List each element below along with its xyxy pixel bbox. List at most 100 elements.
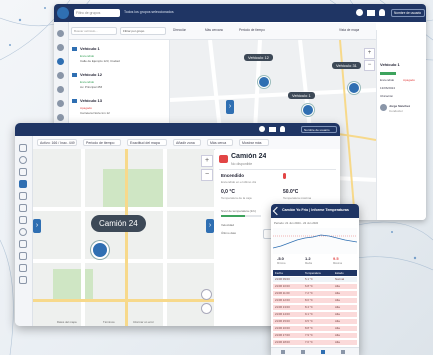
table-row[interactable]: 21/06 09:00 5.1 °C Normal <box>273 277 357 282</box>
detail-subtitle: No disponible <box>231 162 253 166</box>
nav-report-icon[interactable] <box>321 350 325 354</box>
table-cell: 21/06 09:00 <box>275 277 290 281</box>
expand-detail-button[interactable]: › <box>206 219 214 233</box>
vehicle-marker[interactable] <box>258 76 270 88</box>
table-row[interactable]: 21/06 18:00 7.0 °C Alta <box>273 340 357 345</box>
table-cell: 21/06 11:00 <box>275 291 290 295</box>
bell-icon[interactable] <box>280 126 285 132</box>
vehicle-status: Apagado <box>80 106 93 110</box>
truck-icon[interactable] <box>19 192 27 200</box>
map-icon[interactable] <box>19 180 27 188</box>
table-cell: Alta <box>335 291 340 295</box>
table-row[interactable]: 21/06 15:00 9.5 °C Alta <box>273 319 357 324</box>
map-accuracy-button[interactable]: Exactitud del mapa <box>127 139 167 146</box>
table-cell: 5.1 °C <box>305 277 313 281</box>
highway <box>33 299 214 302</box>
route-icon[interactable] <box>19 204 27 212</box>
detail-row: Velocidad <box>221 223 235 227</box>
vehicle-marker[interactable] <box>302 104 314 116</box>
vehicle-marker[interactable] <box>348 82 360 94</box>
toolbar-period-button[interactable]: Periodo de tiempo <box>239 28 265 32</box>
table-cell: Alta <box>335 312 340 316</box>
help-icon[interactable] <box>201 289 212 300</box>
zoom-in-button[interactable]: + <box>364 48 375 59</box>
max-temperature-label: Temperatura máxima <box>283 196 312 200</box>
detail-row: Último dato <box>221 231 237 235</box>
vehicle-marker[interactable] <box>91 241 109 259</box>
layers-icon[interactable] <box>201 303 212 314</box>
group-filter-input[interactable]: Filtro de grupos <box>74 9 120 17</box>
search-icon[interactable] <box>19 156 27 164</box>
map-footer-data[interactable]: Datos del mapa <box>57 320 77 324</box>
toolbar-address-button[interactable]: Dirección <box>173 28 186 32</box>
map-footer-report[interactable]: Informar un error <box>133 320 154 324</box>
table-cell: 8.8 °C <box>305 326 313 330</box>
help-icon[interactable] <box>356 9 363 16</box>
home-icon[interactable] <box>19 144 27 152</box>
group-filter-dropdown[interactable]: Filtrar por grupo <box>120 27 166 35</box>
add-zone-button[interactable]: Añadir zona <box>173 139 201 146</box>
vehicle-map-label: Vehículo 1 <box>288 92 315 99</box>
table-cell: Alta <box>335 305 340 309</box>
mail-icon[interactable] <box>367 10 375 16</box>
map-footer-terms[interactable]: Términos <box>103 320 115 324</box>
report-icon[interactable] <box>19 216 27 224</box>
expand-panel-button[interactable]: › <box>226 100 234 114</box>
engine-status: Encendido <box>221 173 245 178</box>
search-icon[interactable] <box>57 44 64 51</box>
table-cell: 21/06 17:00 <box>275 333 290 337</box>
map-view[interactable]: Camión 24 › › + − Datos del mapa Término… <box>33 149 214 326</box>
home-icon[interactable] <box>57 30 64 37</box>
table-cell: 8.0 °C <box>305 298 313 302</box>
table-cell: Alta <box>335 326 340 330</box>
temperature-level-bar <box>221 215 261 217</box>
toolbar-nearest-button[interactable]: Más cercano <box>205 28 223 32</box>
bell-icon[interactable] <box>379 9 385 16</box>
table-row[interactable]: 21/06 11:00 7.2 °C Alta <box>273 291 357 296</box>
calendar-icon[interactable] <box>19 264 27 272</box>
table-row[interactable]: 21/06 10:00 6.8 °C Alta <box>273 284 357 289</box>
fuel-icon[interactable] <box>19 276 27 284</box>
show-more-button[interactable]: Mostrar más <box>239 139 269 146</box>
table-row[interactable]: 21/06 16:00 8.8 °C Alta <box>273 326 357 331</box>
truck-icon[interactable] <box>57 72 64 79</box>
table-row[interactable]: 21/06 12:00 8.0 °C Alta <box>273 298 357 303</box>
thermometer-icon <box>283 173 286 179</box>
mail-icon[interactable] <box>269 127 276 132</box>
stat-label: Media <box>305 262 313 265</box>
park-area <box>103 169 163 209</box>
zoom-out-button[interactable]: − <box>201 169 213 181</box>
table-cell: Alta <box>335 340 340 344</box>
nearest-button[interactable]: Más cerca <box>207 139 233 146</box>
nav-menu-icon[interactable] <box>341 350 345 354</box>
active-count-button[interactable]: Activo: 166 / Inac. 449 <box>37 139 77 146</box>
table-cell: 21/06 13:00 <box>275 305 290 309</box>
link-icon[interactable] <box>19 240 27 248</box>
stat-value: 9.5 <box>333 256 339 261</box>
vehicle-name: Vehículo 1 <box>80 46 100 51</box>
temperature-line-chart <box>273 228 357 254</box>
toolbar-mapview-button[interactable]: Vista de mapa <box>339 28 359 32</box>
map-icon[interactable] <box>57 58 64 65</box>
user-menu[interactable]: Nombre de usuario <box>391 9 425 17</box>
table-row[interactable]: 21/06 17:00 7.9 °C Alta <box>273 333 357 338</box>
zoom-out-button[interactable]: − <box>364 60 375 71</box>
alert-icon[interactable] <box>19 252 27 260</box>
collapse-left-button[interactable]: › <box>33 219 41 233</box>
alert-icon[interactable] <box>57 114 64 121</box>
route-icon[interactable] <box>57 86 64 93</box>
user-menu[interactable]: Nombre de usuario <box>301 126 337 133</box>
vehicle-map-label: Camión 24 <box>91 215 146 232</box>
help-icon[interactable] <box>259 126 265 132</box>
nav-map-icon[interactable] <box>301 350 305 354</box>
table-row[interactable]: 21/06 13:00 8.4 °C Alta <box>273 305 357 310</box>
vehicle-search-input[interactable]: Buscar vehículo... <box>71 27 117 35</box>
user-icon[interactable] <box>19 168 27 176</box>
table-row[interactable]: 21/06 14:00 9.1 °C Alta <box>273 312 357 317</box>
app-logo[interactable] <box>57 7 69 19</box>
nav-home-icon[interactable] <box>281 350 285 354</box>
report-icon[interactable] <box>57 100 64 107</box>
zoom-in-button[interactable]: + <box>201 155 213 167</box>
period-button[interactable]: Periodo de tiempo <box>83 139 121 146</box>
settings-icon[interactable] <box>19 228 27 236</box>
